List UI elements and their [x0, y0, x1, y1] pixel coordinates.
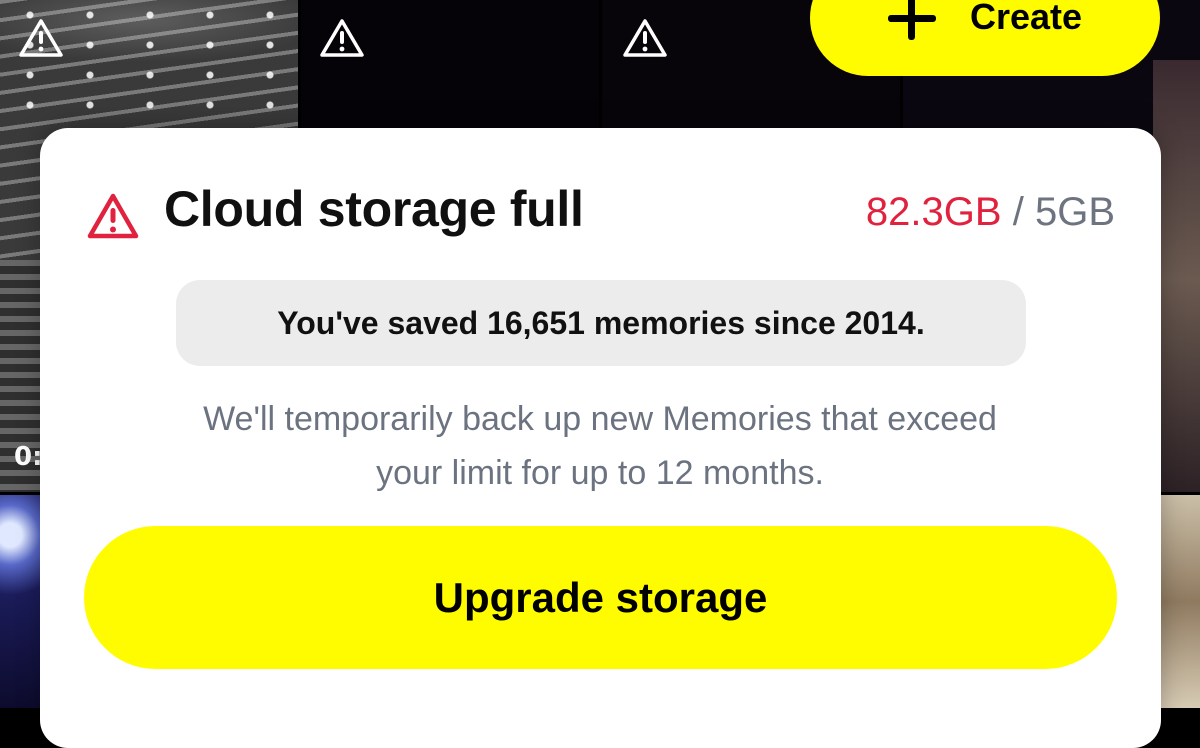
backup-description: We'll temporarily back up new Memories t…: [100, 392, 1100, 500]
sheet-title: Cloud storage full: [164, 181, 584, 237]
memories-count-pill: You've saved 16,651 memories since 2014.: [176, 280, 1026, 366]
upgrade-storage-label: Upgrade storage: [433, 573, 768, 621]
memories-message: You've saved 16,651 memories since 2014.: [277, 304, 925, 341]
plus-icon: [887, 0, 936, 44]
alert-triangle-icon: [87, 193, 139, 239]
warning-icon: [19, 19, 63, 57]
storage-limit: 5GB: [1034, 190, 1115, 234]
create-button-label: Create: [969, 0, 1083, 37]
memory-timestamp: 0:: [14, 442, 43, 472]
storage-used: 82.3GB: [865, 190, 1002, 234]
description-line: your limit for up to 12 months.: [376, 454, 824, 492]
warning-icon: [320, 19, 364, 57]
memory-tile-6[interactable]: [1160, 495, 1200, 708]
description-line: We'll temporarily back up new Memories t…: [203, 400, 997, 438]
create-button[interactable]: Create: [810, 0, 1160, 76]
storage-usage: 82.3GB / 5GB: [866, 190, 1115, 235]
upgrade-storage-button[interactable]: Upgrade storage: [84, 526, 1117, 669]
warning-icon: [623, 19, 667, 57]
storage-separator: /: [1012, 190, 1024, 234]
storage-full-sheet: Cloud storage full 82.3GB / 5GB You've s…: [40, 128, 1161, 748]
